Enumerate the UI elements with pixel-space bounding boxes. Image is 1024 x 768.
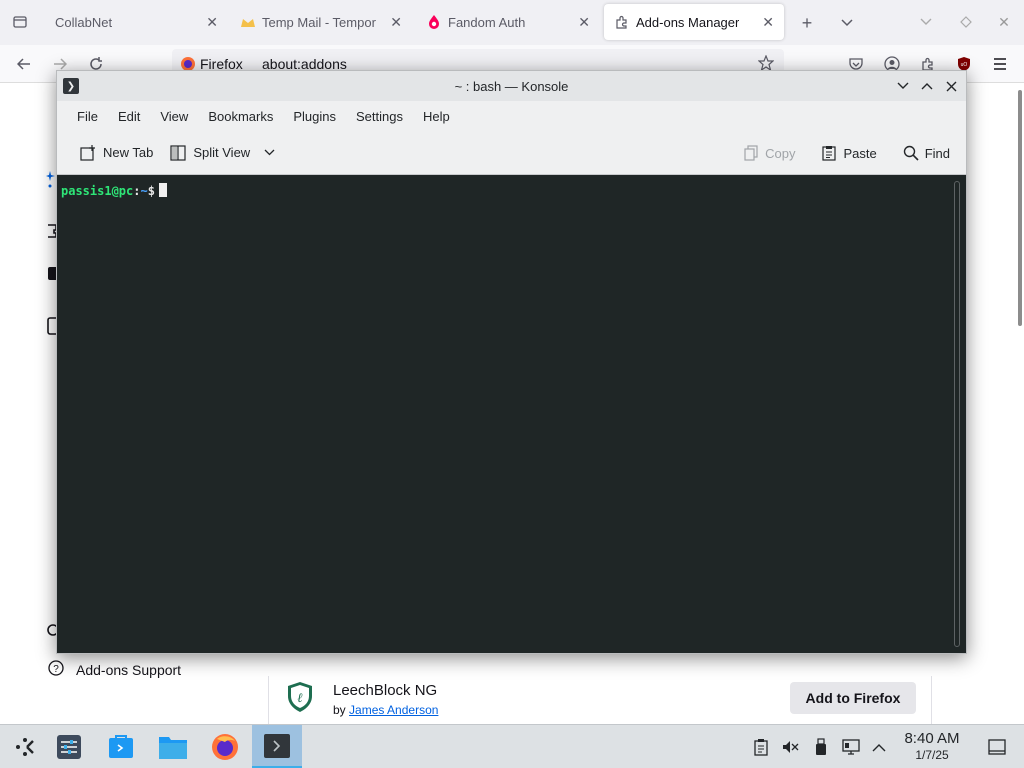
clipboard-icon[interactable] (752, 737, 770, 757)
split-view-button[interactable]: Split View (163, 144, 281, 162)
shell-prompt: passis1@pc:~$ (61, 183, 167, 198)
find-label: Find (924, 145, 950, 161)
addon-by-label: by (333, 703, 346, 717)
tab-title: Temp Mail - Tempor (262, 14, 376, 30)
menu-settings[interactable]: Settings (346, 109, 413, 124)
prompt-symbol: $ (147, 184, 155, 198)
paste-icon (821, 145, 837, 161)
digital-clock[interactable]: 8:40 AM 1/7/25 (896, 730, 968, 762)
new-tab-button[interactable]: New Tab (73, 144, 159, 162)
find-button[interactable]: Find (897, 145, 956, 161)
split-view-icon (169, 144, 187, 162)
help-circle-icon: ? (48, 660, 64, 679)
add-to-firefox-button[interactable]: Add to Firefox (790, 682, 916, 714)
browser-tab-fandom-auth[interactable]: Fandom Auth ✕ (418, 4, 598, 40)
new-tab-icon (79, 144, 97, 162)
temp-mail-favicon-icon (240, 14, 256, 30)
terminal-scrollbar[interactable] (954, 181, 960, 647)
maximize-icon[interactable] (956, 12, 976, 32)
hamburger-menu-icon[interactable] (990, 54, 1010, 74)
puzzle-piece-icon (614, 14, 630, 30)
close-icon[interactable]: ✕ (578, 14, 590, 31)
svg-text:?: ? (53, 664, 59, 675)
browser-tab-bar: CollabNet ✕ Temp Mail - Tempor ✕ Fandom … (0, 0, 1024, 45)
list-tabs-chevron-icon[interactable] (836, 12, 858, 34)
text-cursor (158, 183, 167, 197)
copy-button[interactable]: Copy (737, 145, 801, 161)
addon-author-link[interactable]: James Anderson (349, 703, 438, 717)
close-icon[interactable] (942, 75, 960, 97)
prompt-user-host: passis1@pc (61, 184, 134, 198)
terminal-area[interactable]: passis1@pc:~$ (57, 175, 966, 653)
menu-file[interactable]: File (67, 109, 108, 124)
tab-title: Fandom Auth (448, 14, 526, 30)
clock-time: 8:40 AM (904, 730, 960, 747)
search-icon (903, 145, 919, 161)
addons-support-label: Add-ons Support (76, 661, 182, 678)
show-hidden-icons-chevron-icon[interactable] (870, 737, 888, 757)
konsole-titlebar[interactable]: ❯ ~ : bash — Konsole (57, 71, 966, 101)
close-window-icon[interactable]: ✕ (994, 12, 1014, 32)
browser-tab-addons-manager[interactable]: Add-ons Manager ✕ (604, 4, 784, 40)
leechblock-logo-icon: ℓ (287, 681, 313, 716)
copy-icon (743, 145, 759, 161)
browser-tab-collabnet[interactable]: CollabNet ✕ (44, 4, 230, 40)
network-wired-icon[interactable] (842, 737, 860, 757)
paste-label: Paste (843, 145, 877, 161)
close-icon[interactable]: ✕ (762, 14, 774, 31)
konsole-taskbar-icon[interactable] (252, 725, 302, 768)
system-settings-icon[interactable] (44, 725, 94, 768)
close-icon[interactable]: ✕ (206, 14, 218, 31)
page-scrollbar[interactable] (1018, 90, 1022, 326)
taskbar: 8:40 AM 1/7/25 (0, 724, 1024, 768)
show-desktop-icon[interactable] (988, 737, 1006, 757)
file-manager-icon[interactable] (148, 725, 198, 768)
konsole-toolbar-right: Copy Paste Find (737, 131, 956, 175)
addon-name[interactable]: LeechBlock NG (333, 682, 437, 699)
menu-help[interactable]: Help (413, 109, 460, 124)
copy-label: Copy (765, 145, 796, 161)
fandom-favicon-icon (426, 14, 442, 30)
minimize-icon[interactable] (894, 75, 912, 97)
back-arrow-icon[interactable] (14, 54, 34, 74)
svg-text:ℓ: ℓ (297, 690, 303, 705)
minimize-icon[interactable] (916, 12, 936, 32)
tab-title: CollabNet (55, 14, 113, 30)
paste-button[interactable]: Paste (815, 145, 882, 161)
split-view-label: Split View (193, 145, 251, 160)
svg-text:uO: uO (961, 62, 968, 68)
menu-plugins[interactable]: Plugins (283, 109, 346, 124)
usb-device-icon[interactable] (812, 737, 830, 757)
addon-author-line: by James Anderson (333, 703, 438, 717)
konsole-menubar: File Edit View Bookmarks Plugins Setting… (57, 101, 966, 131)
addons-support-link[interactable]: ? Add-ons Support (48, 660, 181, 679)
menu-view[interactable]: View (150, 109, 198, 124)
volume-muted-icon[interactable] (781, 737, 799, 757)
menu-edit[interactable]: Edit (108, 109, 150, 124)
discover-store-icon[interactable] (96, 725, 146, 768)
window-controls (894, 75, 960, 97)
konsole-window: ❯ ~ : bash — Konsole File Edit View Book… (56, 70, 967, 654)
tab-title: Add-ons Manager (636, 14, 740, 30)
chevron-down-icon[interactable] (264, 149, 275, 156)
firefox-taskbar-icon[interactable] (200, 725, 250, 768)
konsole-toolbar: New Tab Split View Copy Paste Find (57, 131, 966, 175)
menu-bookmarks[interactable]: Bookmarks (198, 109, 283, 124)
window-title: ~ : bash — Konsole (454, 78, 569, 94)
browser-tab-temp-mail[interactable]: Temp Mail - Tempor ✕ (232, 4, 410, 40)
prompt-path: ~ (140, 184, 148, 198)
new-tab-plus-icon[interactable]: + (796, 12, 818, 34)
konsole-app-icon[interactable]: ❯ (63, 78, 79, 94)
firefox-view-icon[interactable] (10, 12, 30, 32)
clock-date: 1/7/25 (915, 748, 949, 762)
maximize-icon[interactable] (918, 75, 936, 97)
new-tab-label: New Tab (103, 145, 154, 160)
application-launcher-icon[interactable] (0, 725, 50, 768)
close-icon[interactable]: ✕ (390, 14, 402, 31)
